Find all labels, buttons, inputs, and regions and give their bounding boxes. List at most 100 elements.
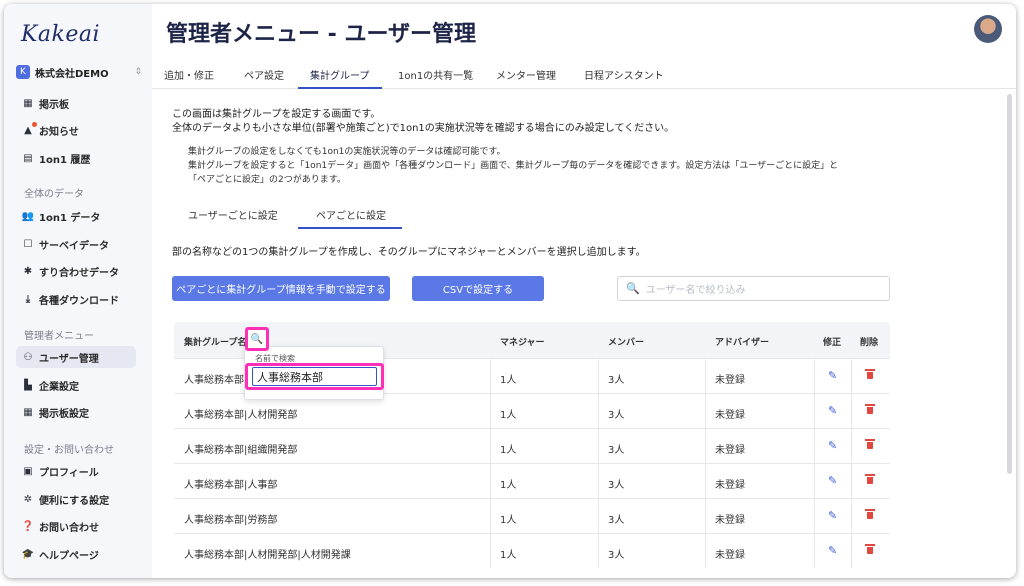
tab-mentor-management[interactable]: メンター管理 <box>496 67 556 82</box>
sidebar-item-label: お問い合わせ <box>39 522 99 534</box>
trash-icon[interactable] <box>865 404 875 414</box>
trash-icon[interactable] <box>865 439 875 449</box>
notification-dot <box>32 122 37 127</box>
active-subtab-indicator <box>298 227 402 229</box>
sidebar-item-label: 企業設定 <box>39 381 79 393</box>
sidebar-item-profile[interactable]: ▣ プロフィール <box>16 460 136 482</box>
section-all-data: 全体のデータ <box>24 189 84 200</box>
sidebar-item-company-settings[interactable]: ▙ 企業設定 <box>16 374 136 396</box>
header-delete: 削除 <box>860 338 879 348</box>
active-tab-indicator <box>298 87 382 89</box>
subtab-bar: ユーザーごとに設定 ペアごとに設定 <box>172 200 406 230</box>
tab-schedule-assistant[interactable]: 日程アシスタント <box>584 67 664 82</box>
avatar[interactable] <box>974 15 1002 43</box>
graduation-icon: 🎓 <box>21 548 35 560</box>
company-logo-icon: K <box>16 65 30 79</box>
sidebar-item-board[interactable]: ▦ 掲示板 <box>16 92 136 114</box>
sidebar-item-help-page[interactable]: 🎓 ヘルプページ <box>16 543 136 565</box>
pencil-icon[interactable]: ✎ <box>828 544 837 557</box>
sidebar-item-label: サーベイデータ <box>39 240 109 252</box>
instruction-text: 部の名称などの1つの集計グループを作成し、そのグループにマネジャーとメンバーを選… <box>172 247 646 258</box>
cell-group: 人事総務本部|組織開発部 <box>184 445 298 456</box>
group-name-filter-input[interactable] <box>252 367 377 386</box>
search-icon: 🔍 <box>626 282 640 295</box>
tab-aggregation-group[interactable]: 集計グループ <box>310 67 369 82</box>
sidebar-item-label: ヘルプページ <box>39 550 99 562</box>
sidebar-item-label: 各種ダウンロード <box>39 295 119 307</box>
user-gear-icon: ⚇ <box>23 351 33 363</box>
cell-advisor: 未登録 <box>715 445 745 456</box>
sidebar-item-notifications[interactable]: ▲ お知らせ <box>16 119 136 141</box>
sidebar-item-history[interactable]: ▤ 1on1 履歴 <box>16 147 136 169</box>
column-filter-button[interactable]: 🔍 <box>245 327 269 351</box>
sidebar-item-1on1-data[interactable]: 👥 1on1 データ <box>16 205 136 227</box>
cell-member: 3人 <box>608 375 625 386</box>
cell-member: 3人 <box>608 515 625 526</box>
cell-manager: 1人 <box>500 480 517 491</box>
sidebar-item-label: 1on1 データ <box>39 212 101 224</box>
sidebar-item-label: プロフィール <box>39 467 99 479</box>
sidebar-item-label: 便利にする設定 <box>39 495 110 507</box>
table-row: 人事総務本部|人材開発部|人材開発課 1人 3人 未登録 ✎ <box>174 533 890 568</box>
company-selector[interactable]: K 株式会社DEMO ⇕ <box>16 62 142 82</box>
sidebar-item-label: 掲示板 <box>39 99 69 111</box>
tab-1on1-share-list[interactable]: 1on1の共有一覧 <box>398 67 473 82</box>
header-advisor: アドバイザー <box>715 338 770 348</box>
trash-icon[interactable] <box>865 509 875 519</box>
search-icon: 🔍 <box>250 333 264 345</box>
sidebar-item-label: 1on1 履歴 <box>39 154 91 166</box>
main-content: 管理者メニュー - ユーザー管理 追加・修正 ペア設定 集計グループ 1on1の… <box>152 4 1016 578</box>
cell-advisor: 未登録 <box>715 550 745 561</box>
cell-member: 3人 <box>608 410 625 421</box>
trash-icon[interactable] <box>865 474 875 484</box>
company-name: 株式会社DEMO <box>35 68 109 80</box>
cell-manager: 1人 <box>500 410 517 421</box>
sidebar-item-survey-data[interactable]: ☐ サーベイデータ <box>16 233 136 255</box>
cell-manager: 1人 <box>500 375 517 386</box>
sidebar-item-alignment-data[interactable]: ✱ すり合わせデータ <box>16 260 136 282</box>
sidebar-item-user-management[interactable]: ⚇ ユーザー管理 <box>16 346 136 368</box>
scrollbar[interactable] <box>1007 94 1012 474</box>
cell-group: 人事総務本部|人事部 <box>184 480 278 491</box>
cell-manager: 1人 <box>500 445 517 456</box>
cell-advisor: 未登録 <box>715 480 745 491</box>
cell-advisor: 未登録 <box>715 515 745 526</box>
cell-member: 3人 <box>608 480 625 491</box>
subtab-per-pair[interactable]: ペアごとに設定 <box>316 207 386 222</box>
subtab-per-user[interactable]: ユーザーごとに設定 <box>188 207 278 222</box>
sidebar-item-downloads[interactable]: ⤓ 各種ダウンロード <box>16 288 136 310</box>
note-line-2: 集計グループを設定すると「1on1データ」画面や「各種ダウンロード」画面で、集計… <box>188 161 839 171</box>
building-icon: ▙ <box>24 379 32 391</box>
pencil-icon[interactable]: ✎ <box>828 474 837 487</box>
board-icon: ▦ <box>23 97 33 109</box>
sidebar-item-contact[interactable]: ❓ お問い合わせ <box>16 515 136 537</box>
tab-add-edit[interactable]: 追加・修正 <box>164 67 214 82</box>
pencil-icon[interactable]: ✎ <box>828 439 837 452</box>
trash-icon[interactable] <box>865 369 875 379</box>
cell-advisor: 未登録 <box>715 375 745 386</box>
download-icon: ⤓ <box>25 293 31 305</box>
page-title: 管理者メニュー - ユーザー管理 <box>166 22 477 47</box>
pencil-icon[interactable]: ✎ <box>828 509 837 522</box>
sidebar-item-label: ユーザー管理 <box>39 353 99 365</box>
header-edit: 修正 <box>823 338 842 348</box>
logo: Kakeai <box>21 22 101 47</box>
tab-pair-settings[interactable]: ペア設定 <box>244 67 284 82</box>
section-admin-menu: 管理者メニュー <box>24 331 94 342</box>
user-search-input[interactable]: 🔍 ユーザー名で絞り込み <box>617 276 890 301</box>
manual-setup-button[interactable]: ペアごとに集計グループ情報を手動で設定する <box>172 276 390 301</box>
pencil-icon[interactable]: ✎ <box>828 404 837 417</box>
sidebar-item-convenience-settings[interactable]: ✲ 便利にする設定 <box>16 488 136 510</box>
pencil-icon[interactable]: ✎ <box>828 369 837 382</box>
section-settings-contact: 設定・お問い合わせ <box>24 445 114 456</box>
cell-group: 人事総務本部 <box>184 375 244 386</box>
table-row: 人事総務本部|人事部 1人 3人 未登録 ✎ <box>174 463 890 498</box>
description-line-1: この画面は集計グループを設定する画面です。 <box>172 109 381 120</box>
sidebar-item-board-settings[interactable]: ▦ 掲示板設定 <box>16 401 136 423</box>
app-window: Kakeai K 株式会社DEMO ⇕ ▦ 掲示板 ▲ お知らせ ▤ 1on1 … <box>4 4 1016 578</box>
trash-icon[interactable] <box>865 544 875 554</box>
search-placeholder: ユーザー名で絞り込み <box>645 285 746 296</box>
note-line-3: 「ペアごとに設定」の2つがあります。 <box>188 175 346 185</box>
profile-icon: ▣ <box>23 465 33 477</box>
csv-setup-button[interactable]: CSVで設定する <box>412 276 544 301</box>
